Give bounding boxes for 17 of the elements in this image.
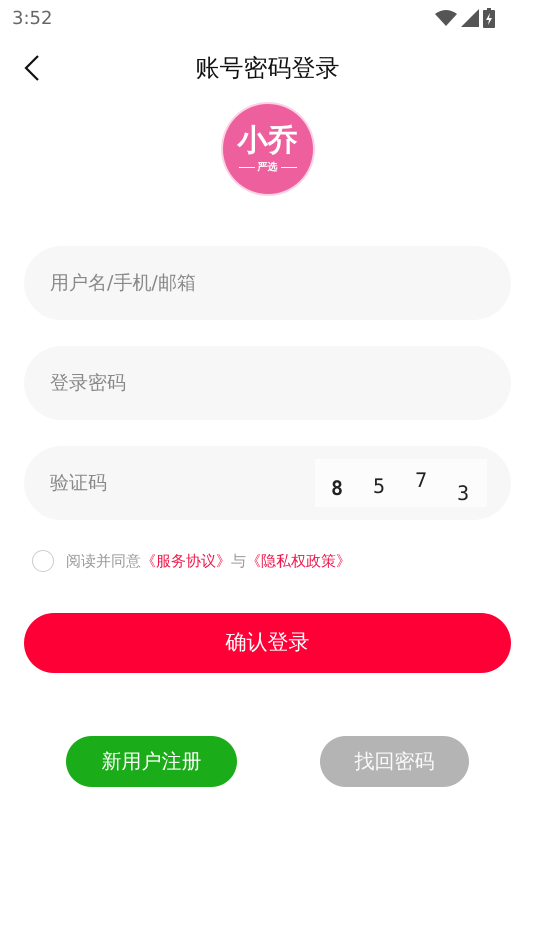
back-icon[interactable] <box>24 54 40 82</box>
agreement-joiner: 与 <box>231 551 246 572</box>
status-time: 3:52 <box>12 6 52 30</box>
input-field[interactable]: 用户名/手机/邮箱 <box>24 246 511 320</box>
agreement-text: 阅读并同意 <box>66 551 141 572</box>
signal-icon <box>461 9 479 27</box>
battery-icon <box>483 8 495 28</box>
privacy-policy-link[interactable]: 《隐私权政策》 <box>246 550 351 572</box>
login-button[interactable]: 确认登录 <box>24 612 511 672</box>
wifi-icon <box>435 10 457 26</box>
app-logo: 小乔 严选 <box>220 102 314 196</box>
service-agreement-link[interactable]: 《服务协议》 <box>141 550 231 572</box>
input-field[interactable]: 登录密码 <box>24 346 511 420</box>
agreement-checkbox[interactable] <box>32 550 54 572</box>
register-button[interactable]: 新用户注册 <box>66 736 237 786</box>
page-title: 账号密码登录 <box>196 53 340 84</box>
captcha-image[interactable]: 8 5 7 3 <box>315 459 487 507</box>
